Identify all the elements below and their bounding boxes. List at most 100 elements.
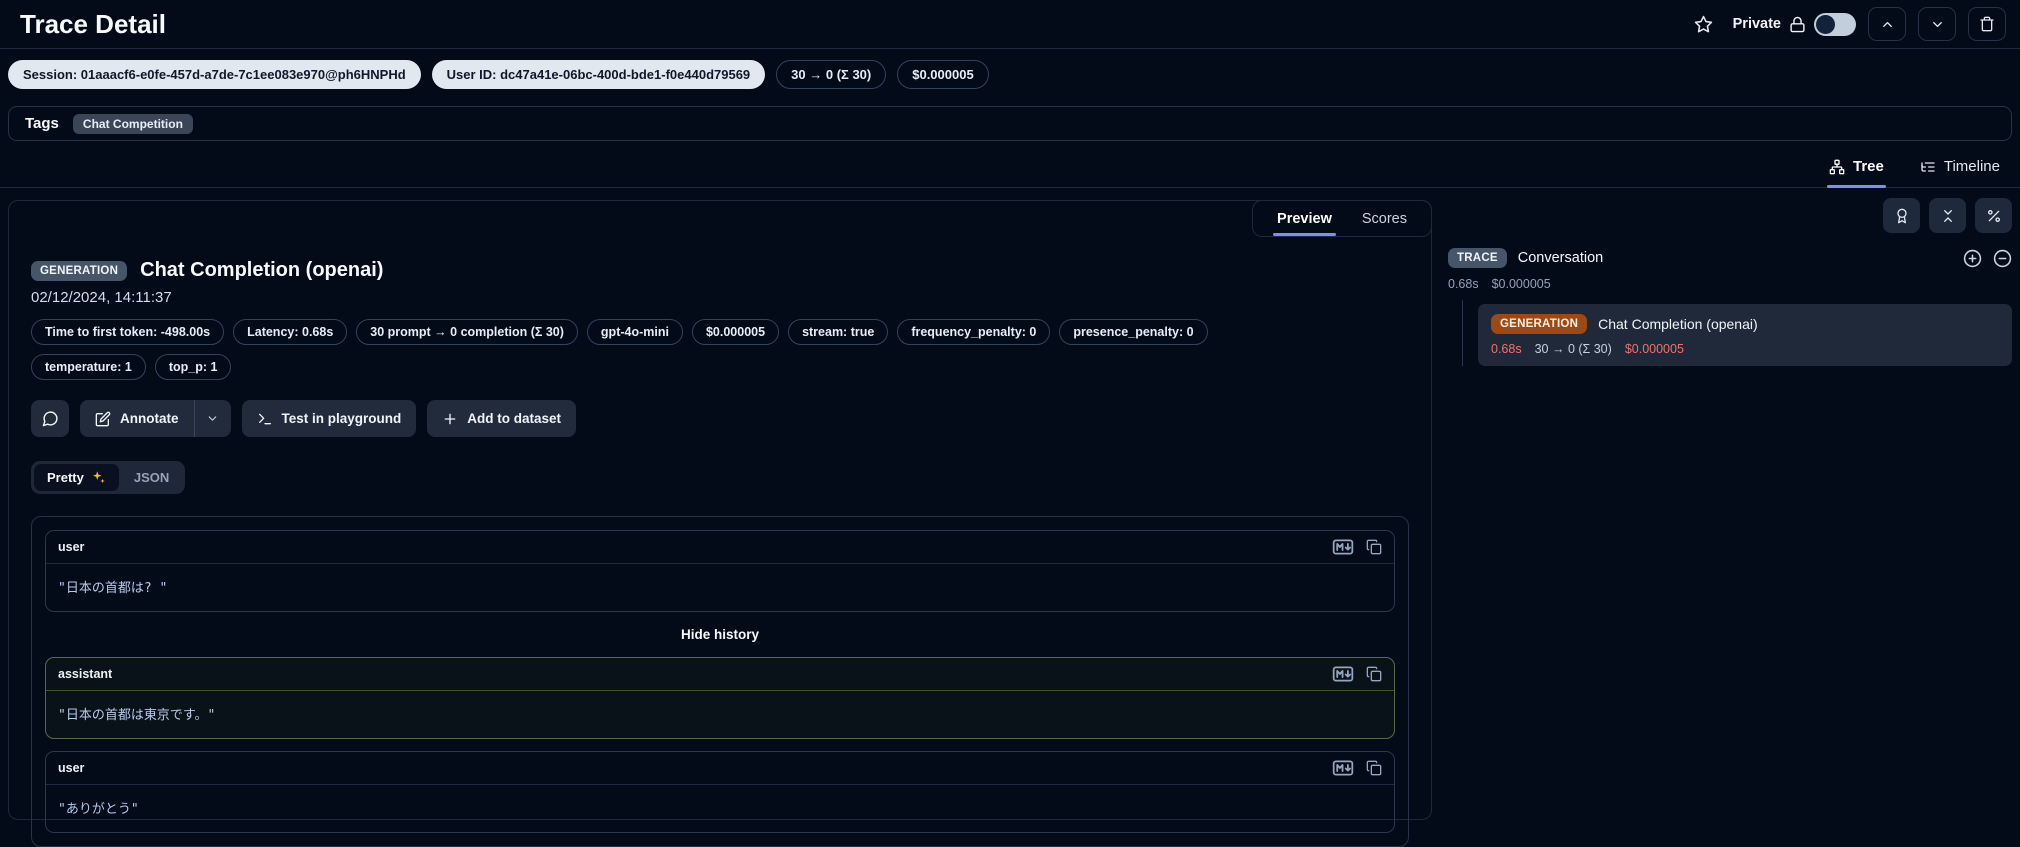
plus-icon	[442, 411, 458, 427]
view-tabs: Tree Timeline	[0, 146, 2020, 188]
trace-meta-row: Session: 01aaacf6-e0fe-457d-a7de-7c1ee08…	[8, 60, 2012, 89]
metric-pill: $0.000005	[691, 319, 780, 345]
copy-button[interactable]	[1366, 760, 1382, 776]
message-header: user	[46, 531, 1394, 564]
message-assistant: assistant "日本の首都は東京です。"	[45, 657, 1395, 739]
chevron-up-icon	[1880, 17, 1895, 32]
expand-all-button[interactable]	[1963, 249, 1982, 268]
plus-circle-icon	[1963, 249, 1982, 268]
prev-trace-button[interactable]	[1868, 7, 1906, 41]
message-user-2: user "ありがとう"	[45, 751, 1395, 833]
annotate-label: Annotate	[120, 411, 179, 426]
privacy-control: Private	[1732, 12, 1856, 36]
markdown-toggle-button[interactable]	[1332, 760, 1354, 776]
markdown-icon	[1332, 760, 1354, 776]
tree-node-row: GENERATION Chat Completion (openai) 0.68…	[1448, 300, 2012, 366]
tags-container: Tags Chat Competition	[8, 106, 2012, 141]
node-header: GENERATION Chat Completion (openai)	[1491, 314, 1999, 334]
markdown-icon	[1332, 666, 1354, 682]
next-trace-button[interactable]	[1918, 7, 1956, 41]
markdown-toggle-button[interactable]	[1332, 539, 1354, 555]
tab-timeline-label: Timeline	[1943, 158, 2000, 175]
node-metrics: 0.68s 30 → 0 (Σ 30) $0.000005	[1491, 342, 1999, 356]
trace-latency: 0.68s	[1448, 277, 1479, 291]
copy-icon	[1366, 760, 1382, 776]
message-content: "日本の首都は? "	[58, 581, 168, 596]
message-content: "日本の首都は東京です。"	[58, 708, 216, 723]
list-tree-icon	[1920, 159, 1936, 175]
metric-pill: temperature: 1	[31, 354, 146, 380]
tab-tree[interactable]: Tree	[1827, 146, 1886, 188]
bookmark-star-button[interactable]	[1687, 7, 1721, 41]
collapse-node-button[interactable]	[1993, 249, 2012, 268]
test-in-playground-button[interactable]: Test in playground	[241, 400, 417, 437]
metric-pill: Latency: 0.68s	[233, 319, 348, 345]
chevrons-down-up-icon	[1940, 208, 1956, 224]
copy-icon	[1366, 666, 1382, 682]
collapse-all-button[interactable]	[1929, 198, 1966, 233]
sidebar-toolbar	[1448, 198, 2012, 233]
tab-tree-label: Tree	[1853, 158, 1884, 175]
annotate-button[interactable]: Annotate	[80, 400, 194, 437]
chevron-down-icon	[206, 412, 219, 425]
comment-bubble-icon	[42, 410, 59, 427]
top-actions: Private	[1687, 7, 2006, 41]
playground-label: Test in playground	[281, 411, 402, 426]
tab-timeline[interactable]: Timeline	[1918, 146, 2002, 187]
percent-icon	[1986, 208, 2002, 224]
message-tools	[1332, 539, 1382, 555]
markdown-icon	[1332, 539, 1354, 555]
node-latency: 0.68s	[1491, 342, 1522, 356]
message-header: assistant	[46, 658, 1394, 691]
metric-pill: Time to first token: -498.00s	[31, 319, 225, 345]
message-role: user	[58, 761, 85, 775]
tag-chip[interactable]: Chat Competition	[72, 113, 193, 134]
format-pretty-button[interactable]: Pretty	[34, 464, 119, 491]
session-badge[interactable]: Session: 01aaacf6-e0fe-457d-a7de-7c1ee08…	[8, 60, 421, 89]
cost-badge: $0.000005	[897, 60, 989, 89]
scores-award-button[interactable]	[1883, 198, 1920, 233]
top-bar: Trace Detail Private	[0, 0, 2020, 49]
toggle-knob	[1816, 14, 1835, 34]
panel-content: GENERATION Chat Completion (openai) 02/1…	[9, 201, 1431, 847]
node-generation-badge: GENERATION	[1491, 314, 1588, 334]
copy-button[interactable]	[1366, 666, 1382, 682]
node-title: Chat Completion (openai)	[1598, 316, 1758, 332]
award-icon	[1894, 208, 1910, 224]
add-to-dataset-label: Add to dataset	[467, 411, 562, 426]
copy-icon	[1366, 539, 1382, 555]
message-tools	[1332, 666, 1382, 682]
chevron-down-icon	[1930, 17, 1945, 32]
metric-pill: top_p: 1	[154, 354, 232, 380]
json-label: JSON	[133, 470, 170, 485]
metric-pill: 30 prompt → 0 completion (Σ 30)	[356, 319, 578, 345]
format-json-button[interactable]: JSON	[121, 464, 182, 491]
generation-type-badge: GENERATION	[31, 260, 128, 281]
privacy-label: Private	[1732, 16, 1781, 32]
comments-button[interactable]	[31, 400, 69, 437]
message-header: user	[46, 752, 1394, 785]
user-id-badge[interactable]: User ID: dc47a41e-06bc-400d-bde1-f0e440d…	[431, 60, 766, 89]
trace-cost: $0.000005	[1491, 277, 1551, 291]
tree-icon	[1829, 159, 1845, 175]
metric-pill: frequency_penalty: 0	[897, 319, 1051, 345]
copy-button[interactable]	[1366, 539, 1382, 555]
observation-title: Chat Completion (openai)	[140, 259, 384, 281]
lock-icon	[1789, 16, 1806, 33]
markdown-toggle-button[interactable]	[1332, 666, 1354, 682]
trace-title: Conversation	[1517, 250, 1604, 266]
metrics-percent-button[interactable]	[1975, 198, 2012, 233]
privacy-toggle[interactable]	[1814, 12, 1856, 36]
trace-root-row[interactable]: TRACE Conversation	[1448, 248, 2012, 268]
metric-pill: presence_penalty: 0	[1059, 319, 1208, 345]
hide-history-button[interactable]: Hide history	[45, 624, 1395, 645]
tags-label: Tags	[25, 115, 59, 132]
trace-type-badge: TRACE	[1448, 248, 1507, 268]
tree-indent-line	[1462, 300, 1463, 366]
star-icon	[1694, 15, 1713, 34]
metric-pill: gpt-4o-mini	[586, 319, 683, 345]
add-to-dataset-button[interactable]: Add to dataset	[427, 400, 577, 437]
generation-node[interactable]: GENERATION Chat Completion (openai) 0.68…	[1478, 304, 2012, 366]
delete-trace-button[interactable]	[1968, 7, 2006, 41]
annotate-dropdown-button[interactable]	[195, 400, 231, 437]
